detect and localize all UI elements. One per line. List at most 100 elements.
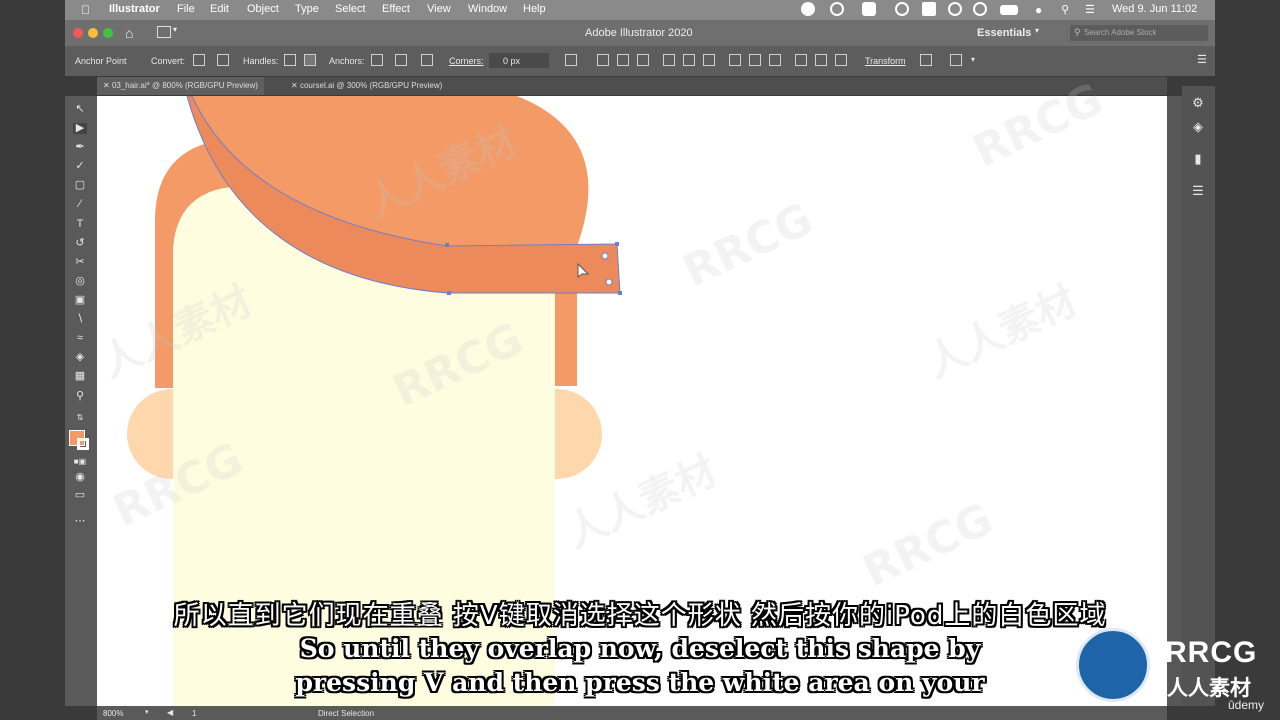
clock-icon[interactable] bbox=[973, 2, 987, 16]
blend-tool-icon[interactable]: ≈ bbox=[73, 333, 87, 344]
zoom-tool-icon[interactable]: ⚲ bbox=[73, 391, 87, 402]
color-mode-icon[interactable]: ■▣ bbox=[73, 456, 87, 467]
arrange-documents-icon[interactable] bbox=[157, 26, 171, 38]
menu-select[interactable]: Select bbox=[335, 3, 366, 15]
menu-type[interactable]: Type bbox=[295, 3, 319, 15]
anchor-point[interactable] bbox=[615, 242, 619, 246]
layers-panel-icon[interactable]: ◈ bbox=[1191, 120, 1205, 134]
convert-smooth-icon[interactable] bbox=[217, 54, 229, 66]
menu-file[interactable]: File bbox=[177, 3, 195, 15]
menu-view[interactable]: View bbox=[427, 3, 451, 15]
zoom-window-button[interactable] bbox=[103, 28, 113, 38]
tab-coursel[interactable]: ✕ coursel.ai @ 300% (RGB/GPU Preview) bbox=[285, 77, 448, 95]
distribute-left-icon[interactable] bbox=[795, 54, 807, 66]
direct-selection-tool-icon[interactable]: ▶ bbox=[73, 123, 87, 134]
zoom-level[interactable]: 800% bbox=[103, 709, 123, 718]
apple-icon[interactable]:  bbox=[81, 3, 90, 17]
align-middle-icon[interactable] bbox=[683, 54, 695, 66]
hide-handles-icon[interactable] bbox=[304, 54, 316, 66]
stroke-color-swatch[interactable] bbox=[77, 438, 89, 450]
align-top-icon[interactable] bbox=[663, 54, 675, 66]
align-right-icon[interactable] bbox=[637, 54, 649, 66]
anchor-point[interactable] bbox=[445, 243, 449, 247]
menu-object[interactable]: Object bbox=[247, 3, 279, 15]
brand-name: RRCG bbox=[1165, 636, 1258, 669]
distribute-top-icon[interactable] bbox=[729, 54, 741, 66]
stock-search-field[interactable]: ⚲ Search Adobe Stock bbox=[1070, 25, 1208, 41]
eyedropper-tool-icon[interactable]: ∖ bbox=[73, 314, 87, 325]
distribute-bottom-icon[interactable] bbox=[769, 54, 781, 66]
cut-path-icon[interactable] bbox=[421, 54, 433, 66]
properties-panel-icon[interactable]: ⚙ bbox=[1191, 96, 1205, 110]
artboard-number[interactable]: 1 bbox=[192, 709, 196, 718]
minimize-window-button[interactable] bbox=[88, 28, 98, 38]
transform-link[interactable]: Transform bbox=[865, 56, 906, 66]
curvature-tool-icon[interactable]: ✓ bbox=[73, 161, 87, 172]
corners-label[interactable]: Corners: bbox=[449, 56, 484, 66]
tab-close-icon[interactable]: ✕ bbox=[291, 81, 298, 90]
distribute-right-icon[interactable] bbox=[835, 54, 847, 66]
anchor-point[interactable] bbox=[618, 291, 622, 295]
menu-clock[interactable]: Wed 9. Jun 11:02 bbox=[1112, 3, 1197, 15]
previous-artboard-icon[interactable]: ◀ bbox=[167, 708, 173, 717]
text-icon[interactable] bbox=[922, 2, 936, 16]
rotate-tool-icon[interactable]: ↺ bbox=[73, 238, 87, 249]
tab-03-hair[interactable]: ✕ 03_hair.ai* @ 800% (RGB/GPU Preview) bbox=[97, 77, 264, 95]
corner-radius-field[interactable]: 0 px bbox=[489, 53, 549, 68]
panel-menu-icon[interactable]: ☰ bbox=[1197, 53, 1207, 66]
corner-widget[interactable] bbox=[605, 278, 613, 286]
play-icon[interactable] bbox=[948, 2, 962, 16]
battery-icon[interactable] bbox=[1000, 5, 1018, 15]
selection-tool-icon[interactable]: ↖ bbox=[73, 104, 87, 115]
menu-window[interactable]: Window bbox=[468, 3, 507, 15]
connect-anchor-icon[interactable] bbox=[395, 54, 407, 66]
type-tool-icon[interactable]: T bbox=[73, 219, 87, 230]
recolor-icon[interactable] bbox=[950, 54, 962, 66]
rectangle-tool-icon[interactable]: ▢ bbox=[73, 180, 87, 191]
tab-close-icon[interactable]: ✕ bbox=[103, 81, 110, 90]
align-panel-icon[interactable]: ▮ bbox=[1191, 152, 1205, 166]
menu-help[interactable]: Help bbox=[523, 3, 546, 15]
menu-effect[interactable]: Effect bbox=[382, 3, 410, 15]
draw-mode-icon[interactable]: ◉ bbox=[73, 472, 87, 483]
brush-tool-icon[interactable]: ∕ bbox=[73, 199, 87, 210]
more-tools-icon[interactable]: ⋯ bbox=[73, 516, 87, 527]
artboard-tool-icon[interactable]: ▦ bbox=[73, 371, 87, 382]
shape-builder-tool-icon[interactable]: ◎ bbox=[73, 276, 87, 287]
distribute-center-icon[interactable] bbox=[815, 54, 827, 66]
record-icon[interactable] bbox=[801, 2, 815, 16]
distribute-middle-icon[interactable] bbox=[749, 54, 761, 66]
pen-tool-icon[interactable]: ✒ bbox=[73, 142, 87, 153]
scissors-tool-icon[interactable]: ✂ bbox=[73, 257, 87, 268]
swap-colors-icon[interactable]: ⇅ bbox=[73, 412, 87, 423]
align-left-icon[interactable] bbox=[597, 54, 609, 66]
home-icon[interactable]: ⌂ bbox=[125, 25, 133, 41]
close-window-button[interactable] bbox=[73, 28, 83, 38]
menu-edit[interactable]: Edit bbox=[210, 3, 229, 15]
convert-corner-icon[interactable] bbox=[193, 54, 205, 66]
chevron-down-icon[interactable]: ▾ bbox=[145, 708, 149, 716]
control-center-icon[interactable]: ☰ bbox=[1085, 3, 1095, 16]
align-bottom-icon[interactable] bbox=[703, 54, 715, 66]
cloud-upload-icon[interactable] bbox=[862, 2, 876, 16]
isolate-icon[interactable] bbox=[920, 54, 932, 66]
align-center-icon[interactable] bbox=[617, 54, 629, 66]
chat-icon[interactable] bbox=[895, 2, 909, 16]
chevron-down-icon[interactable]: ▾ bbox=[971, 55, 975, 64]
search-icon[interactable]: ⚲ bbox=[1061, 3, 1069, 16]
chevron-down-icon[interactable]: ▾ bbox=[173, 25, 177, 34]
workspace-switcher[interactable]: Essentials bbox=[977, 27, 1031, 39]
workspace-chevron-icon[interactable]: ▾ bbox=[1035, 26, 1039, 35]
show-handles-icon[interactable] bbox=[284, 54, 296, 66]
creative-cloud-icon[interactable] bbox=[830, 2, 844, 16]
menu-app-name[interactable]: Illustrator bbox=[109, 3, 160, 15]
symbol-sprayer-tool-icon[interactable]: ◈ bbox=[73, 352, 87, 363]
anchor-point[interactable] bbox=[447, 291, 451, 295]
corner-widget[interactable] bbox=[601, 252, 609, 260]
screen-mode-icon[interactable]: ▭ bbox=[73, 490, 87, 501]
libraries-panel-icon[interactable]: ☰ bbox=[1191, 184, 1205, 198]
wifi-icon[interactable]: ● bbox=[1035, 3, 1042, 17]
gradient-tool-icon[interactable]: ▣ bbox=[73, 295, 87, 306]
select-similar-icon[interactable] bbox=[565, 54, 577, 66]
remove-anchor-icon[interactable] bbox=[371, 54, 383, 66]
